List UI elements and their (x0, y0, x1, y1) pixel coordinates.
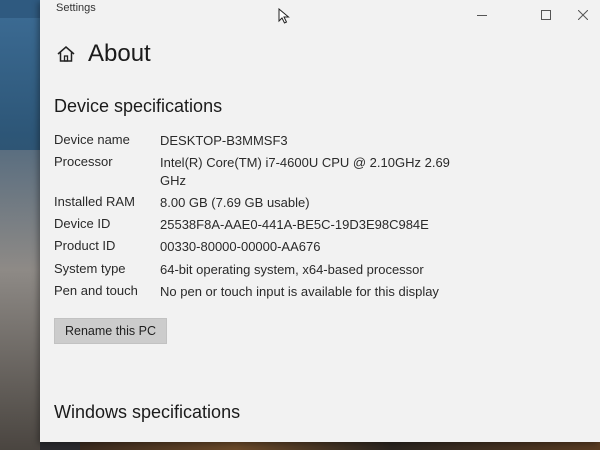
spec-row-device-id: Device ID 25538F8A-AAE0-441A-BE5C-19D3E9… (54, 216, 440, 234)
spec-row-product-id: Product ID 00330-80000-00000-AA676 (54, 238, 440, 256)
window-title: Settings (56, 2, 96, 14)
spec-row-pen-and-touch: Pen and touch No pen or touch input is a… (54, 283, 480, 301)
windows-specifications-heading: Windows specifications (54, 402, 241, 422)
spec-label: Device ID (54, 216, 111, 231)
spec-row-device-name: Device name DESKTOP-B3MMSF3 (54, 132, 440, 150)
spec-value[interactable]: 00330-80000-00000-AA676 (160, 238, 440, 256)
minimize-button[interactable] (464, 4, 500, 26)
settings-window: Settings About Device specifications Dev… (40, 0, 600, 442)
page-title: About (88, 40, 151, 67)
close-icon (578, 10, 588, 20)
minimize-icon (477, 14, 487, 16)
spec-row-processor: Processor Intel(R) Core(TM) i7-4600U CPU… (54, 154, 450, 190)
spec-value[interactable]: Intel(R) Core(TM) i7-4600U CPU @ 2.10GHz… (160, 154, 450, 190)
spec-value[interactable]: No pen or touch input is available for t… (160, 283, 480, 301)
device-specifications-heading: Device specifications (54, 96, 223, 116)
home-icon[interactable] (56, 44, 76, 64)
spec-row-installed-ram: Installed RAM 8.00 GB (7.69 GB usable) (54, 194, 440, 212)
page-header: About (56, 36, 151, 72)
spec-value[interactable]: 8.00 GB (7.69 GB usable) (160, 194, 440, 212)
maximize-button[interactable] (528, 4, 564, 26)
wallpaper-building (0, 150, 40, 450)
maximize-icon (541, 10, 551, 20)
spec-row-system-type: System type 64-bit operating system, x64… (54, 261, 440, 279)
spec-value[interactable]: DESKTOP-B3MMSF3 (160, 132, 440, 150)
spec-label: Pen and touch (54, 283, 138, 298)
spec-label: Product ID (54, 238, 116, 253)
spec-label: Processor (54, 154, 113, 169)
spec-label: Installed RAM (54, 194, 135, 209)
window-titlebar[interactable]: Settings (40, 0, 600, 32)
spec-label: Device name (54, 132, 130, 147)
close-button[interactable] (565, 4, 600, 26)
spec-value[interactable]: 25538F8A-AAE0-441A-BE5C-19D3E98C984E (160, 216, 440, 234)
rename-pc-button[interactable]: Rename this PC (54, 318, 167, 344)
spec-value[interactable]: 64-bit operating system, x64-based proce… (160, 261, 440, 279)
spec-label: System type (54, 261, 126, 276)
mouse-cursor-icon (278, 8, 290, 24)
